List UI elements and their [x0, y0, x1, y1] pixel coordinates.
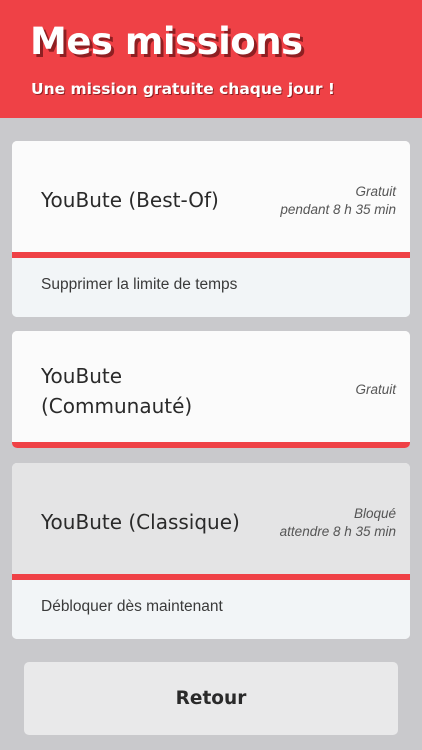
- app-header: Mes missions Une mission gratuite chaque…: [0, 0, 422, 118]
- mission-card-stripe: [12, 442, 410, 448]
- mission-card-header[interactable]: YouBute (Communauté) Gratuit: [12, 331, 410, 442]
- mission-card-header[interactable]: YouBute (Best-Of) Gratuit pendant 8 h 35…: [12, 141, 410, 252]
- mission-card-communaute[interactable]: YouBute (Communauté) Gratuit: [12, 331, 410, 448]
- mission-status: Gratuit pendant 8 h 35 min: [280, 183, 396, 219]
- mission-card-header[interactable]: YouBute (Classique) Bloqué attendre 8 h …: [12, 463, 410, 574]
- unlock-now-button[interactable]: Débloquer dès maintenant: [12, 580, 410, 639]
- back-button[interactable]: Retour: [24, 662, 398, 735]
- mission-card-classique[interactable]: YouBute (Classique) Bloqué attendre 8 h …: [12, 463, 410, 639]
- mission-status: Gratuit: [355, 381, 396, 399]
- mission-status-label: Bloqué: [353, 506, 396, 521]
- mission-status: Bloqué attendre 8 h 35 min: [280, 505, 396, 541]
- remove-time-limit-button[interactable]: Supprimer la limite de temps: [12, 258, 410, 317]
- mission-name: YouBute (Communauté): [41, 361, 192, 421]
- page-title: Mes missions: [30, 20, 303, 63]
- mission-status-label: Gratuit: [355, 184, 396, 199]
- mission-status-timer: attendre 8 h 35 min: [279, 524, 396, 539]
- mission-name: YouBute (Classique): [41, 510, 240, 534]
- mission-name-line2: (Communauté): [41, 394, 193, 418]
- mission-status-timer: pendant 8 h 35 min: [280, 202, 396, 217]
- mission-name: YouBute (Best-Of): [41, 188, 219, 212]
- remove-time-limit-label: Supprimer la limite de temps: [41, 276, 238, 293]
- mission-card-best-of[interactable]: YouBute (Best-Of) Gratuit pendant 8 h 35…: [12, 141, 410, 317]
- page-subtitle: Une mission gratuite chaque jour !: [31, 80, 335, 98]
- mission-name-line1: YouBute: [41, 364, 123, 388]
- mission-status-label: Gratuit: [355, 382, 396, 397]
- unlock-now-label: Débloquer dès maintenant: [41, 598, 223, 615]
